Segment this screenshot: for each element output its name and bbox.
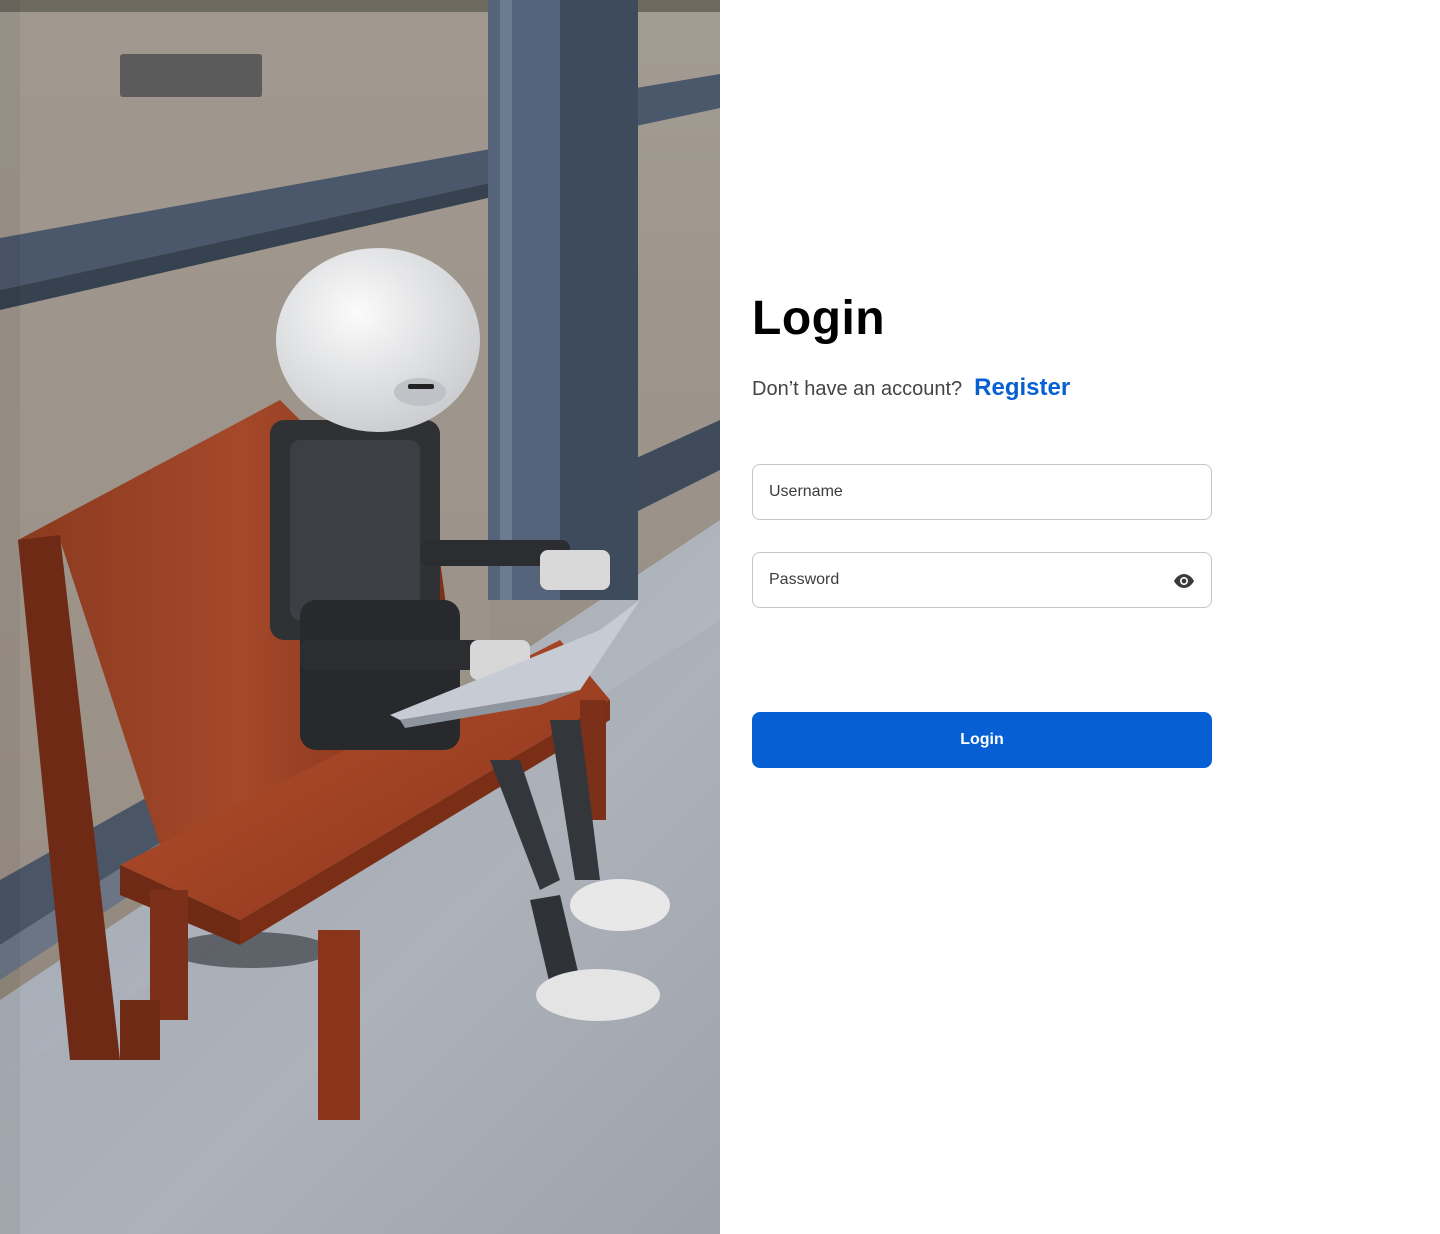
login-panel: Login Don’t have an account? Register Us… <box>720 0 1440 1234</box>
register-row: Don’t have an account? Register <box>752 374 1212 406</box>
logo-placeholder <box>120 54 262 97</box>
password-input[interactable] <box>753 553 1211 607</box>
register-link[interactable]: Register <box>974 374 1070 402</box>
register-prompt: Don’t have an account? <box>752 378 963 400</box>
eye-icon[interactable] <box>1173 571 1195 591</box>
hero-photo <box>0 0 720 1234</box>
login-form: Login Don’t have an account? Register Us… <box>752 290 1212 768</box>
login-button[interactable]: Login <box>752 712 1212 768</box>
robot-on-bench-photo <box>0 0 720 1234</box>
username-input[interactable] <box>753 465 1211 519</box>
page-title: Login <box>752 292 886 345</box>
password-field-container <box>752 552 1212 608</box>
username-field-container <box>752 464 1212 520</box>
login-page: Login Don’t have an account? Register Us… <box>0 0 1440 1234</box>
